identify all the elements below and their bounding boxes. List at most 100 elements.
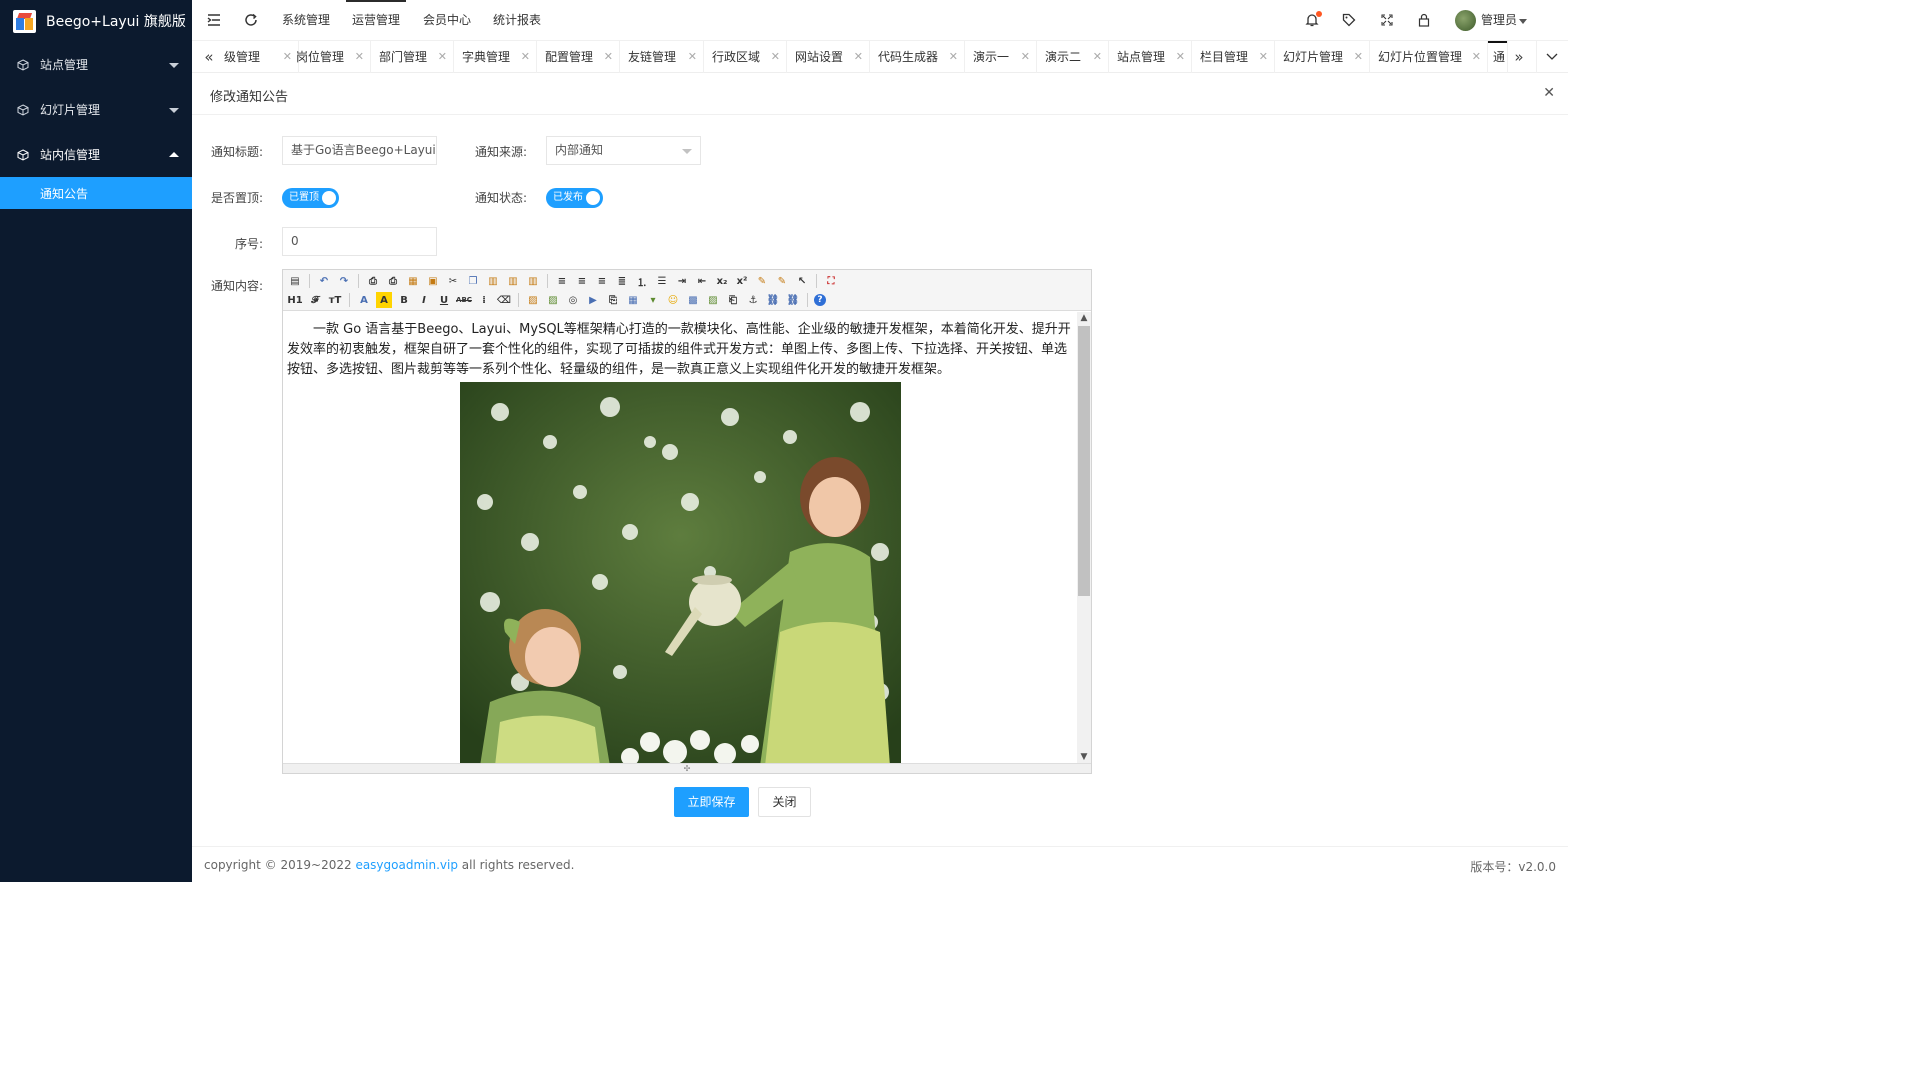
code-icon[interactable]: ▣ xyxy=(425,273,441,289)
paste-text-icon[interactable]: ▥ xyxy=(505,273,521,289)
link-icon[interactable]: ⛓ xyxy=(765,292,781,308)
status-switch[interactable]: 已发布 xyxy=(546,188,603,208)
tab-item[interactable]: 栏目管理 ✕ xyxy=(1192,41,1275,73)
logo[interactable]: Beego+Layui 旗舰版 xyxy=(0,0,192,42)
hr-icon[interactable]: ▾ xyxy=(645,292,661,308)
emoticon-icon[interactable]: ☺ xyxy=(665,292,681,308)
tab-item[interactable]: 配置管理 ✕ xyxy=(537,41,620,73)
footer-link[interactable]: easygoadmin.vip xyxy=(355,858,458,872)
sidebar-item-site[interactable]: 站点管理 xyxy=(0,42,192,87)
close-icon[interactable]: ✕ xyxy=(771,41,780,73)
preview-icon[interactable]: ⎙ xyxy=(365,273,381,289)
paste-word-icon[interactable]: ▥ xyxy=(525,273,541,289)
anchor-icon[interactable]: ⚓ xyxy=(745,292,761,308)
refresh-icon[interactable] xyxy=(243,12,259,28)
close-icon[interactable]: ✕ xyxy=(1176,41,1185,73)
print-icon[interactable]: ⎙ xyxy=(385,273,401,289)
close-button[interactable]: 关闭 xyxy=(758,787,811,817)
fullscreen-icon[interactable]: ⛶ xyxy=(823,273,839,289)
title-input[interactable]: 基于Go语言Beego+Layui敏捷 xyxy=(282,136,437,165)
order-input[interactable]: 0 xyxy=(282,227,437,256)
tab-item[interactable]: 幻灯片管理 ✕ xyxy=(1275,41,1370,73)
tab-item[interactable]: 网站设置 ✕ xyxy=(787,41,870,73)
close-icon[interactable]: ✕ xyxy=(1543,85,1555,101)
superscript-icon[interactable]: x² xyxy=(734,273,750,289)
indent-icon[interactable]: ⇥ xyxy=(674,273,690,289)
tab-item[interactable]: 幻灯片位置管理 ✕ xyxy=(1370,41,1488,73)
tabs-scroll-right-icon[interactable]: » xyxy=(1504,41,1534,73)
eraser-icon[interactable]: ⌫ xyxy=(496,292,512,308)
tab-item[interactable]: 演示二 ✕ xyxy=(1037,41,1109,73)
chevron-down-icon[interactable] xyxy=(1536,41,1566,73)
align-justify-icon[interactable]: ≣ xyxy=(614,273,630,289)
outdent-icon[interactable]: ⇤ xyxy=(694,273,710,289)
select-all-icon[interactable]: ↖ xyxy=(794,273,810,289)
close-icon[interactable]: ✕ xyxy=(1472,41,1481,73)
menu-collapse-icon[interactable] xyxy=(206,12,222,28)
sidebar-subitem-notice[interactable]: 通知公告 xyxy=(0,177,192,209)
underline-icon[interactable]: U xyxy=(436,292,452,308)
close-icon[interactable]: ✕ xyxy=(854,41,863,73)
nav-statistics[interactable]: 统计报表 xyxy=(493,0,541,41)
unlink-icon[interactable]: ⛓ xyxy=(785,292,801,308)
close-icon[interactable]: ✕ xyxy=(438,41,447,73)
copy-icon[interactable]: ❐ xyxy=(465,273,481,289)
font-size-icon[interactable]: тT xyxy=(327,292,343,308)
line-height-icon[interactable]: ⁞ xyxy=(476,292,492,308)
editor-scrollbar[interactable]: ▲ ▼ xyxy=(1077,312,1091,763)
close-icon[interactable]: ✕ xyxy=(1354,41,1363,73)
top-switch[interactable]: 已置顶 xyxy=(282,188,339,208)
tab-item[interactable]: 代码生成器 ✕ xyxy=(870,41,965,73)
save-button[interactable]: 立即保存 xyxy=(674,787,749,817)
close-icon[interactable]: ✕ xyxy=(949,41,958,73)
cut-icon[interactable]: ✂ xyxy=(445,273,461,289)
align-left-icon[interactable]: ≡ xyxy=(554,273,570,289)
tab-item[interactable]: 字典管理 ✕ xyxy=(454,41,537,73)
highlight-icon[interactable]: A xyxy=(376,292,392,308)
bell-icon[interactable] xyxy=(1304,11,1322,28)
tab-item[interactable]: 级管理 ✕ xyxy=(216,41,299,73)
italic-icon[interactable]: I xyxy=(416,292,432,308)
flash-icon[interactable]: ◎ xyxy=(565,292,581,308)
user-name[interactable]: 管理员 xyxy=(1481,0,1517,41)
font-color-icon[interactable]: A xyxy=(356,292,372,308)
picture-icon[interactable]: ▨ xyxy=(705,292,721,308)
nav-operations[interactable]: 运营管理 xyxy=(345,0,407,41)
nav-system[interactable]: 系统管理 xyxy=(282,0,330,41)
help-icon[interactable]: ? xyxy=(814,294,826,306)
avatar[interactable] xyxy=(1455,10,1476,31)
strikethrough-icon[interactable]: ABC xyxy=(456,292,472,308)
editor-resize-handle[interactable]: ✣ xyxy=(283,763,1091,773)
tab-item[interactable]: 站点管理 ✕ xyxy=(1109,41,1192,73)
chevron-up-icon[interactable]: ▲ xyxy=(1077,312,1091,324)
image-icon[interactable]: ▨ xyxy=(525,292,541,308)
close-icon[interactable]: ✕ xyxy=(1021,41,1030,73)
tab-item[interactable]: 行政区域 ✕ xyxy=(704,41,787,73)
heading-icon[interactable]: H1 xyxy=(287,292,303,308)
chevron-down-icon[interactable] xyxy=(1519,19,1527,24)
close-icon[interactable]: ✕ xyxy=(355,41,364,73)
close-icon[interactable]: ✕ xyxy=(521,41,530,73)
redo-icon[interactable]: ↷ xyxy=(336,273,352,289)
align-center-icon[interactable]: ≡ xyxy=(574,273,590,289)
tab-item[interactable]: 部门管理 ✕ xyxy=(371,41,454,73)
clear-format-icon[interactable]: ✎ xyxy=(754,273,770,289)
close-icon[interactable]: ✕ xyxy=(604,41,613,73)
format-painter-icon[interactable]: ✎ xyxy=(774,273,790,289)
ordered-list-icon[interactable]: ⒈ xyxy=(634,273,650,289)
fullscreen-icon[interactable] xyxy=(1379,12,1395,28)
close-icon[interactable]: ✕ xyxy=(1259,41,1268,73)
editor-content[interactable]: 一款 Go 语言基于Beego、Layui、MySQL等框架精心打造的一款模块化… xyxy=(283,312,1077,763)
multi-image-icon[interactable]: ▨ xyxy=(545,292,561,308)
pagebreak-icon[interactable]: ⎗ xyxy=(725,292,741,308)
subscript-icon[interactable]: x₂ xyxy=(714,273,730,289)
table-icon[interactable]: ▦ xyxy=(625,292,641,308)
paste-icon[interactable]: ▥ xyxy=(485,273,501,289)
lock-icon[interactable] xyxy=(1416,12,1432,28)
tab-item[interactable]: 岗位管理 ✕ xyxy=(288,41,371,73)
align-right-icon[interactable]: ≡ xyxy=(594,273,610,289)
bold-icon[interactable]: B xyxy=(396,292,412,308)
tab-item[interactable]: 友链管理 ✕ xyxy=(620,41,704,73)
sidebar-item-slides[interactable]: 幻灯片管理 xyxy=(0,87,192,132)
chevron-down-icon[interactable]: ▼ xyxy=(1077,751,1091,763)
